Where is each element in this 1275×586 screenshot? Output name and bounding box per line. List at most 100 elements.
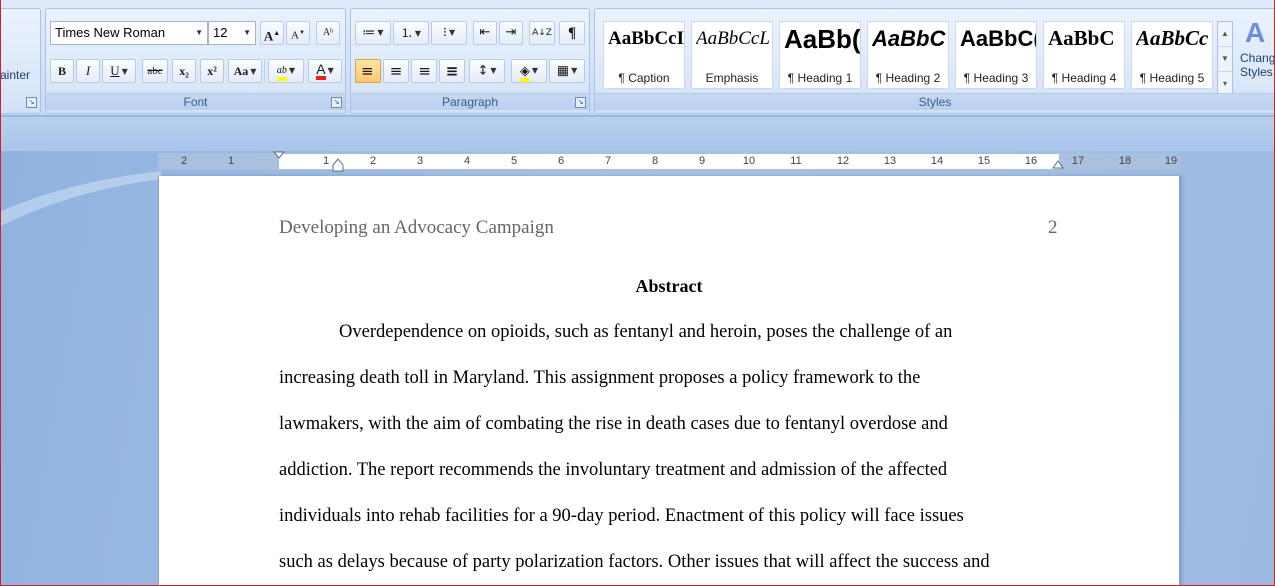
bold-button[interactable]: B (50, 59, 74, 83)
style-heading-2[interactable]: AaBbC ¶ Heading 2 (867, 21, 949, 89)
change-case-icon: Aa (233, 64, 249, 78)
ruler-number: 5 (510, 155, 518, 167)
chevron-down-icon[interactable]: ▼ (195, 22, 203, 44)
italic-button[interactable]: I (76, 59, 100, 83)
style-name: ¶ Caption (618, 71, 670, 85)
style-name: ¶ Heading 5 (1139, 71, 1205, 85)
ruler-number: 16 (1024, 155, 1038, 167)
highlight-button[interactable]: ab ▼ (268, 59, 304, 83)
style-sample: AaBbCcI (608, 28, 684, 49)
font-color-button[interactable]: A ▼ (308, 59, 342, 83)
align-right-button[interactable]: ≡ (411, 59, 437, 83)
numbering-button[interactable]: ⒈ ▼ (393, 21, 429, 45)
increase-indent-button[interactable]: ⇥ (499, 21, 523, 45)
ruler-number: 6 (557, 155, 565, 167)
style-sample: AaBbCc (1136, 26, 1209, 50)
scroll-up-icon[interactable]: ▲ (1218, 22, 1232, 47)
change-styles-button[interactable]: A Chang Styles (1237, 15, 1275, 93)
pilcrow-icon: ¶ (567, 25, 577, 41)
ruler-number: 18 (1118, 155, 1132, 167)
clipboard-group: ainter ↘ (1, 8, 41, 114)
right-indent-icon[interactable] (1052, 158, 1064, 170)
document-page[interactable]: Developing an Advocacy Campaign 2 Abstra… (158, 176, 1180, 585)
italic-icon: I (85, 63, 91, 78)
bullets-button[interactable]: ≔ ▼ (355, 21, 391, 45)
divider (264, 59, 265, 83)
ruler-number: 8 (651, 155, 659, 167)
paragraph-group: ≔ ▼ ⒈ ▼ ⁝ ▼ ⇤ ⇥ A↓Z ¶ ≡ ≡ ≡ ≡ ↕ ▼ ◈ ▼ ▦ … (350, 8, 590, 114)
horizontal-ruler[interactable]: 2 1 1 2 3 4 5 6 7 8 9 10 11 12 13 14 15 … (158, 151, 1180, 172)
shrink-font-icon: A (291, 29, 299, 42)
change-case-button[interactable]: Aa ▼ (228, 59, 262, 83)
ruler-number: 19 (1164, 155, 1178, 167)
multilevel-list-button[interactable]: ⁝ ▼ (431, 21, 467, 45)
underline-button[interactable]: U ▼ (102, 59, 136, 83)
highlight-label: ab (276, 65, 287, 77)
ruler-number: 1 (227, 155, 235, 167)
style-sample: AaBbC (872, 26, 946, 51)
grow-font-icon: A (263, 28, 274, 44)
center-button[interactable]: ≡ (383, 59, 409, 83)
clear-formatting-button[interactable]: Aᵇ (316, 21, 340, 45)
chevron-down-icon[interactable]: ▼ (243, 22, 251, 44)
borders-button[interactable]: ▦ ▼ (549, 59, 585, 83)
style-heading-3[interactable]: AaBbC( ¶ Heading 3 (955, 21, 1037, 89)
decrease-indent-button[interactable]: ⇤ (473, 21, 497, 45)
paragraph-line: addiction. The report recommends the inv… (279, 460, 948, 480)
subscript-button[interactable]: x₂ (172, 59, 196, 83)
line-spacing-button[interactable]: ↕ ▼ (469, 59, 505, 83)
font-name-combo[interactable]: Times New Roman ▼ (50, 21, 208, 45)
clipboard-launcher-icon[interactable]: ↘ (26, 97, 37, 108)
justify-button[interactable]: ≡ (439, 59, 465, 83)
show-formatting-marks-button[interactable]: ¶ (559, 21, 585, 45)
ruler-number: 9 (698, 155, 706, 167)
style-caption[interactable]: AaBbCcI ¶ Caption (603, 21, 685, 89)
style-sample: AaBbCcL (696, 28, 770, 49)
line-spacing-icon: ↕ (477, 63, 489, 79)
highlight-icon: ab (276, 65, 287, 82)
running-header-title: Developing an Advocacy Campaign (279, 217, 554, 238)
strikethrough-button[interactable]: abc (142, 59, 168, 83)
ruler-number: 12 (836, 155, 850, 167)
paragraph-line: lawmakers, with the aim of combating the… (279, 414, 948, 434)
align-left-icon: ≡ (361, 62, 374, 80)
eraser-icon: Aᵇ (322, 27, 334, 38)
first-line-indent-icon[interactable] (273, 151, 285, 161)
align-left-button[interactable]: ≡ (355, 59, 381, 83)
style-heading-1[interactable]: AaBb( ¶ Heading 1 (779, 21, 861, 89)
superscript-button[interactable]: x² (200, 59, 224, 83)
change-styles-icon: A (1245, 17, 1266, 48)
styles-group-label: Styles (595, 93, 1274, 110)
grow-font-button[interactable]: A▲ (260, 21, 284, 45)
shrink-font-button[interactable]: A▼ (286, 21, 310, 45)
style-name: ¶ Heading 3 (963, 71, 1029, 85)
font-name-value: Times New Roman (55, 25, 166, 40)
background-swoosh (1, 171, 161, 226)
style-heading-4[interactable]: AaBbC ¶ Heading 4 (1043, 21, 1125, 89)
font-dialog-launcher-icon[interactable]: ↘ (331, 97, 342, 108)
ruler-number: 14 (930, 155, 944, 167)
ribbon-bottom-band (1, 117, 1274, 151)
bullet-list-icon: ≔ (362, 25, 376, 41)
format-painter-button[interactable]: ainter (1, 68, 30, 82)
ruler-number: 3 (416, 155, 424, 167)
style-name: Emphasis (705, 71, 759, 85)
style-emphasis[interactable]: AaBbCcL Emphasis (691, 21, 773, 89)
paragraph-dialog-launcher-icon[interactable]: ↘ (575, 97, 586, 108)
paint-bucket-icon: ◈ (519, 65, 530, 82)
page-number: 2 (1048, 217, 1058, 238)
style-sample: AaBb( (784, 24, 860, 54)
change-styles-label-2: Styles (1240, 65, 1273, 79)
hanging-indent-icon[interactable] (332, 158, 344, 176)
font-size-combo[interactable]: 12 ▼ (208, 21, 256, 45)
font-color-label: A (316, 61, 326, 78)
align-right-icon: ≡ (418, 62, 431, 80)
superscript-icon: x² (207, 64, 217, 78)
shading-button[interactable]: ◈ ▼ (511, 59, 547, 83)
style-heading-5[interactable]: AaBbCc ¶ Heading 5 (1131, 21, 1213, 89)
justify-icon: ≡ (445, 62, 459, 80)
ruler-number: 2 (369, 155, 377, 167)
sort-button[interactable]: A↓Z (529, 21, 555, 45)
change-styles-label: Chang (1240, 51, 1275, 65)
scroll-down-icon[interactable]: ▼ (1218, 47, 1232, 72)
